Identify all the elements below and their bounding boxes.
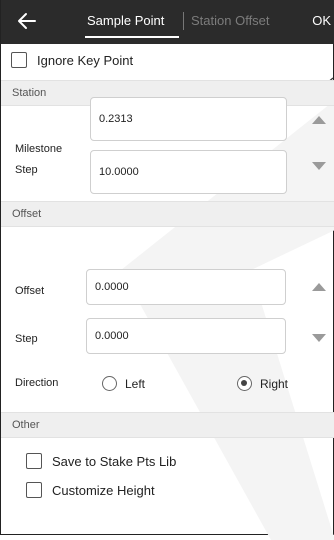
section-header-other: Other (1, 412, 334, 438)
milestone-down-arrow-icon[interactable] (312, 162, 326, 172)
ignore-key-point-checkbox[interactable] (11, 52, 27, 68)
ignore-key-point-label: Ignore Key Point (37, 53, 134, 68)
ok-button[interactable]: OK (312, 13, 331, 28)
station-step-label: Step (15, 164, 38, 176)
station-step-input[interactable]: 10.0000 (90, 150, 287, 194)
offset-step-label: Step (15, 333, 38, 345)
direction-right-radio[interactable] (237, 376, 252, 391)
section-title: Station (12, 87, 47, 99)
customize-height-checkbox[interactable] (26, 482, 42, 498)
direction-label: Direction (15, 377, 59, 389)
save-to-stake-label: Save to Stake Pts Lib (52, 454, 177, 469)
section-header-offset: Offset (1, 201, 334, 227)
direction-left-label[interactable]: Left (125, 377, 145, 391)
offset-label: Offset (15, 285, 45, 297)
save-to-stake-row[interactable]: Save to Stake Pts Lib (1, 447, 334, 477)
direction-left-radio[interactable] (102, 376, 117, 391)
milestone-input[interactable]: 0.2313 (90, 97, 287, 141)
arrow-left-icon[interactable] (15, 9, 39, 33)
section-title: Other (12, 419, 40, 431)
tab-station-offset[interactable]: Station Offset (191, 13, 270, 28)
offset-step-input[interactable]: 0.0000 (86, 318, 286, 354)
offset-down-arrow-icon[interactable] (312, 334, 326, 344)
customize-height-label: Customize Height (52, 483, 155, 498)
offset-input[interactable]: 0.0000 (86, 269, 286, 305)
tab-sample-point[interactable]: Sample Point (87, 13, 164, 28)
active-tab-indicator (85, 36, 179, 38)
offset-up-arrow-icon[interactable] (312, 281, 326, 291)
direction-right-label[interactable]: Right (260, 377, 288, 391)
milestone-label: Milestone (15, 143, 63, 155)
tab-divider (183, 12, 184, 30)
top-bar: Sample Point Station Offset OK (1, 0, 334, 44)
customize-height-row[interactable]: Customize Height (1, 476, 334, 506)
save-to-stake-checkbox[interactable] (26, 453, 42, 469)
milestone-up-arrow-icon[interactable] (312, 114, 326, 124)
ignore-key-point-row[interactable]: Ignore Key Point (1, 46, 334, 76)
section-title: Offset (12, 208, 42, 220)
